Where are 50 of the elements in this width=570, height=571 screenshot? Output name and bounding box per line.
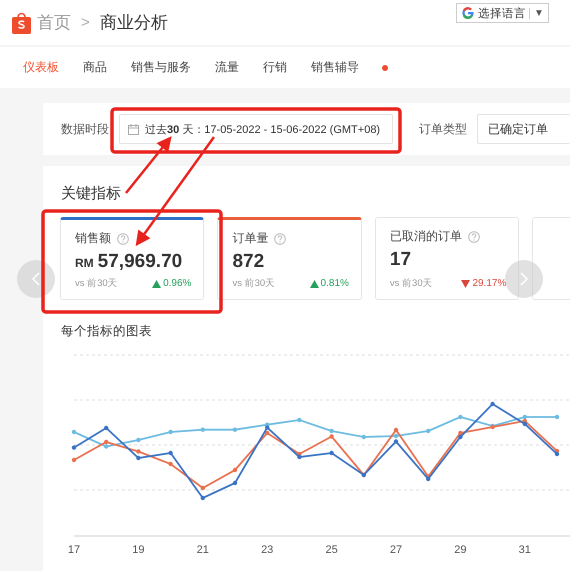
order-type-select[interactable]: 已确定订单 — [477, 114, 570, 144]
field-label: 数据时段 — [61, 120, 109, 138]
language-select-button[interactable]: 选择语言 ▼ — [456, 3, 549, 23]
breadcrumb-separator: > — [81, 14, 90, 31]
metric-title: 销售额 — [75, 230, 111, 247]
shop-bag-logo-icon — [12, 12, 31, 34]
help-icon[interactable] — [274, 232, 286, 244]
metric-card[interactable]: 订单量 872 vs 前30天 0.81% — [217, 217, 362, 300]
nav-tab[interactable]: 销售辅导 — [302, 59, 368, 76]
next-button[interactable] — [505, 260, 543, 298]
metric-card[interactable]: 已取消的订单 17 vs 前30天 29.17% — [374, 217, 520, 300]
chart-title: 每个指标的图表 — [61, 323, 153, 340]
metric-value: 872 — [232, 251, 264, 273]
axis-label: 25 — [325, 544, 338, 556]
metric-card[interactable]: 销售额 RM 57,969.70 vs 前30天 0.96% — [60, 217, 204, 300]
help-icon[interactable] — [468, 230, 480, 242]
page-title: 商业分析 — [100, 12, 168, 34]
axis-label: 27 — [390, 544, 402, 556]
date-range-field[interactable]: 过去30 天：17-05-2022 - 15-06-2022 (GMT+08) — [119, 114, 393, 144]
axis-label: 19 — [132, 544, 145, 556]
nav-tab[interactable]: 仪表板 — [14, 59, 68, 76]
calendar-icon — [128, 124, 139, 134]
field-label: 订单类型 — [419, 120, 467, 138]
metric-title: 订单量 — [232, 230, 268, 247]
previous-button[interactable] — [17, 260, 55, 298]
change-percentage: 0.96% — [163, 278, 192, 289]
metric-card[interactable] — [532, 217, 570, 300]
axis-label: 17 — [68, 544, 80, 556]
section-title: 关键指标 — [61, 184, 122, 203]
comparison-label: vs 前30天 — [75, 277, 118, 290]
help-icon[interactable] — [117, 232, 129, 244]
nav-tab[interactable]: 商品 — [74, 59, 116, 76]
nav-tab[interactable]: 销售与服务 — [122, 59, 200, 76]
comparison-label: vs 前30天 — [390, 277, 433, 290]
nav-tab[interactable]: 行销 — [254, 59, 296, 76]
chevron-right-icon — [520, 272, 528, 286]
nav-tab[interactable]: 流量 — [206, 59, 248, 76]
axis-label: 23 — [261, 544, 274, 556]
metric-value: 17 — [390, 249, 412, 271]
axis-label: 21 — [196, 544, 209, 556]
google-g-icon — [461, 6, 475, 20]
currency-label: RM — [75, 256, 94, 270]
metric-title: 已取消的订单 — [390, 228, 462, 245]
axis-label: 29 — [454, 544, 467, 556]
axis-label: 31 — [518, 544, 531, 556]
chevron-left-icon — [32, 272, 40, 286]
change-percentage: 29.17% — [472, 278, 506, 289]
comparison-label: vs 前30天 — [232, 277, 276, 290]
metric-value: 57,969.70 — [98, 251, 182, 273]
change-percentage: 0.81% — [320, 278, 349, 289]
